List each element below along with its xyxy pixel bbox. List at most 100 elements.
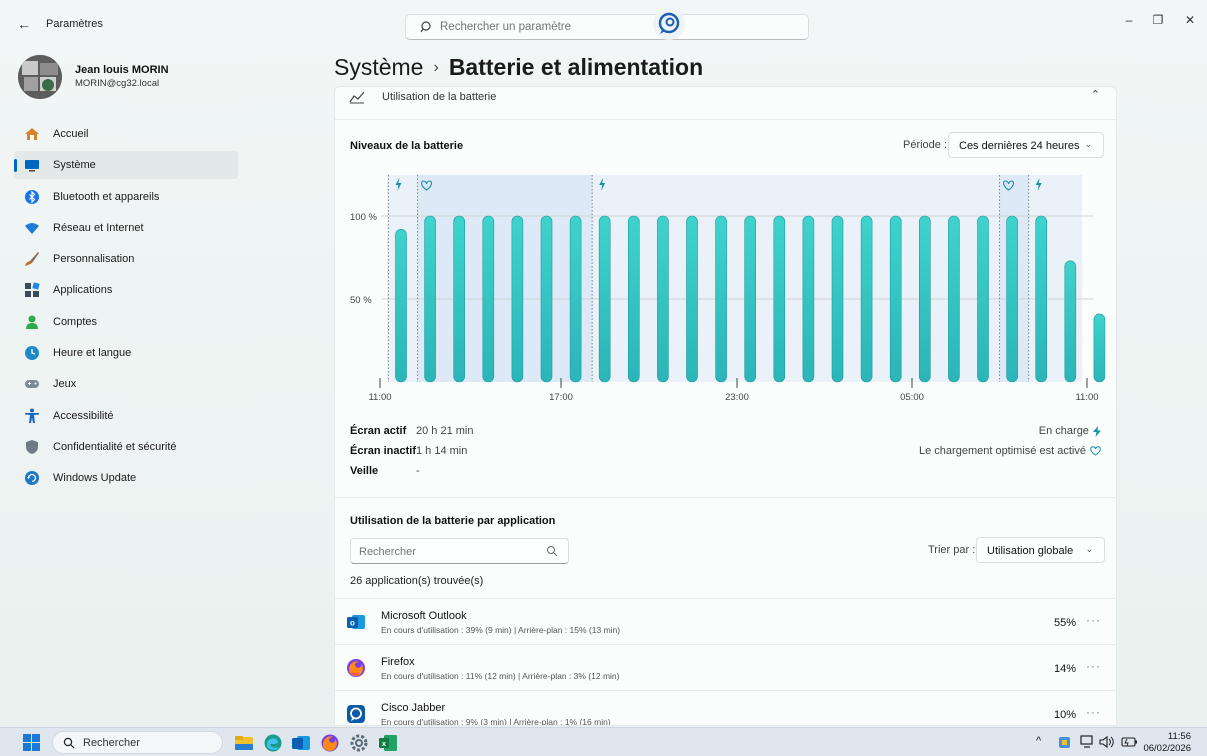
battery-bar — [627, 215, 640, 383]
firefox-icon — [347, 659, 365, 677]
x-tick-label: 05:00 — [900, 392, 924, 403]
app-row-outlook[interactable]: o Microsoft Outlook En cours d'utilisati… — [335, 598, 1116, 644]
stat-label-active: Écran actif — [350, 425, 407, 437]
sidebar-item-jeux[interactable]: Jeux — [14, 370, 238, 398]
sidebar-item-reseau-et-internet[interactable]: Réseau et Internet — [14, 214, 238, 242]
battery-bar — [773, 215, 786, 383]
legend-optimized-label: Le chargement optimisé est activé — [919, 445, 1086, 457]
brush-icon — [25, 252, 39, 267]
x-tick-label: 23:00 — [725, 392, 749, 403]
sidebar-item-heure-et-langue[interactable]: Heure et langue — [14, 339, 238, 367]
sidebar-item-label: Accessibilité — [53, 409, 114, 422]
battery-usage-header[interactable]: Utilisation de la batterie ⌃ — [335, 87, 1116, 120]
more-options-button[interactable]: ··· — [1086, 613, 1101, 627]
x-tick-label: 17:00 — [549, 392, 573, 403]
y-tick-label: 50 % — [350, 295, 372, 306]
battery-bar — [1006, 215, 1018, 383]
wifi-icon — [25, 222, 39, 234]
chevron-up-icon[interactable]: ⌃ — [1091, 88, 1100, 101]
sidebar-item-accessibilite[interactable]: Accessibilité — [14, 402, 238, 430]
sidebar-item-personnalisation[interactable]: Personnalisation — [14, 245, 238, 273]
app-row-firefox[interactable]: Firefox En cours d'utilisation : 11% (12… — [335, 644, 1116, 690]
windows-start-icon[interactable] — [23, 734, 40, 751]
breadcrumb: Système › Batterie et alimentation — [334, 54, 703, 81]
copilot-button[interactable] — [653, 8, 685, 40]
taskbar: Rechercher x ^ 11:56 06/02/2026 — [0, 727, 1207, 756]
app-percent: 55% — [1053, 617, 1076, 629]
minimize-button[interactable]: – — [1114, 10, 1144, 30]
tray-overflow-chevron[interactable]: ^ — [1036, 735, 1041, 747]
page-title: Batterie et alimentation — [448, 54, 704, 80]
home-icon — [25, 128, 39, 140]
lightning-icon — [1093, 425, 1101, 437]
battery-bar — [569, 215, 582, 383]
sidebar-item-accueil[interactable]: Accueil — [14, 120, 238, 148]
more-options-button[interactable]: ··· — [1086, 659, 1101, 673]
sidebar-item-label: Heure et langue — [53, 347, 132, 360]
optimized-charging-span — [417, 175, 593, 382]
settings-search-input[interactable] — [440, 19, 660, 35]
volume-icon[interactable] — [1099, 735, 1114, 749]
avatar[interactable] — [18, 55, 62, 99]
chevron-down-icon: ⌄ — [1085, 544, 1093, 554]
close-button[interactable]: ✕ — [1175, 10, 1205, 30]
back-button[interactable]: ← — [14, 14, 34, 34]
sidebar-item-label: Système — [53, 159, 96, 172]
excel-icon[interactable]: x — [378, 733, 398, 753]
clock-time[interactable]: 11:56 — [1168, 731, 1191, 742]
defender-tray-icon[interactable] — [1058, 736, 1071, 749]
sidebar-item-label: Accueil — [53, 128, 89, 140]
sidebar-item-bluetooth-et-appareils[interactable]: Bluetooth et appareils — [14, 183, 238, 211]
sidebar-item-systeme[interactable]: Système — [14, 151, 238, 180]
legend-optimized: Le chargement optimisé est activé — [919, 445, 1101, 457]
battery-bar — [424, 215, 436, 383]
edge-icon[interactable] — [263, 733, 283, 753]
app-detail: En cours d'utilisation : 39% (9 min) | A… — [381, 625, 621, 635]
taskbar-search[interactable]: Rechercher — [52, 731, 223, 754]
firefox-icon[interactable] — [320, 733, 340, 753]
sidebar-item-windows-update[interactable]: Windows Update — [14, 464, 238, 492]
stat-value-sleep: - — [416, 465, 420, 477]
search-icon — [63, 737, 75, 749]
apps-icon — [25, 282, 40, 298]
app-search-box[interactable] — [350, 538, 569, 564]
svg-text:o: o — [350, 619, 355, 628]
stat-label-sleep: Veille — [350, 465, 379, 477]
network-icon[interactable] — [1080, 735, 1095, 749]
sidebar-item-comptes[interactable]: Comptes — [14, 308, 238, 336]
period-dropdown[interactable]: Ces dernières 24 heures ⌄ — [948, 132, 1104, 158]
file-explorer-icon[interactable] — [234, 733, 254, 753]
sidebar-item-label: Windows Update — [53, 472, 137, 485]
x-tick-label: 11:00 — [1075, 392, 1098, 403]
app-name: Cisco Jabber — [381, 702, 446, 714]
battery-level-chart: 100 % 50 % 11:00 17:00 23:00 05:00 11:00 — [350, 175, 1106, 403]
sort-dropdown[interactable]: Utilisation globale ⌄ — [976, 537, 1105, 563]
chevron-down-icon: ⌄ — [1084, 139, 1092, 149]
restore-button[interactable]: ❐ — [1143, 10, 1173, 30]
outlook-icon[interactable] — [291, 733, 311, 753]
active-indicator — [14, 159, 17, 173]
battery-icon[interactable] — [1121, 736, 1138, 748]
settings-search-box[interactable] — [405, 14, 809, 40]
sidebar-item-confidentialite-et-securite[interactable]: Confidentialité et sécurité — [14, 433, 238, 461]
period-value: Ces dernières 24 heures — [959, 140, 1080, 152]
update-icon — [25, 471, 39, 486]
battery-bar — [831, 215, 844, 383]
user-name: Jean louis MORIN — [75, 64, 169, 76]
breadcrumb-system-link[interactable]: Système — [334, 54, 423, 80]
app-percent: 14% — [1053, 663, 1076, 675]
heart-icon — [1090, 446, 1101, 456]
sidebar-item-applications[interactable]: Applications — [14, 276, 238, 304]
sidebar-item-label: Personnalisation — [53, 253, 135, 266]
bluetooth-icon — [25, 189, 39, 204]
battery-bar — [1064, 260, 1077, 383]
search-icon — [420, 21, 431, 33]
settings-icon[interactable] — [349, 733, 369, 753]
app-detail: En cours d'utilisation : 9% (3 min) | Ar… — [381, 717, 611, 726]
clock-date[interactable]: 06/02/2026 — [1143, 743, 1191, 754]
app-search-input[interactable] — [359, 544, 539, 560]
battery-bar — [918, 215, 931, 383]
app-detail: En cours d'utilisation : 11% (12 min) | … — [381, 671, 620, 681]
more-options-button[interactable]: ··· — [1086, 705, 1101, 719]
app-row-jabber[interactable]: Cisco Jabber En cours d'utilisation : 9%… — [335, 690, 1116, 726]
